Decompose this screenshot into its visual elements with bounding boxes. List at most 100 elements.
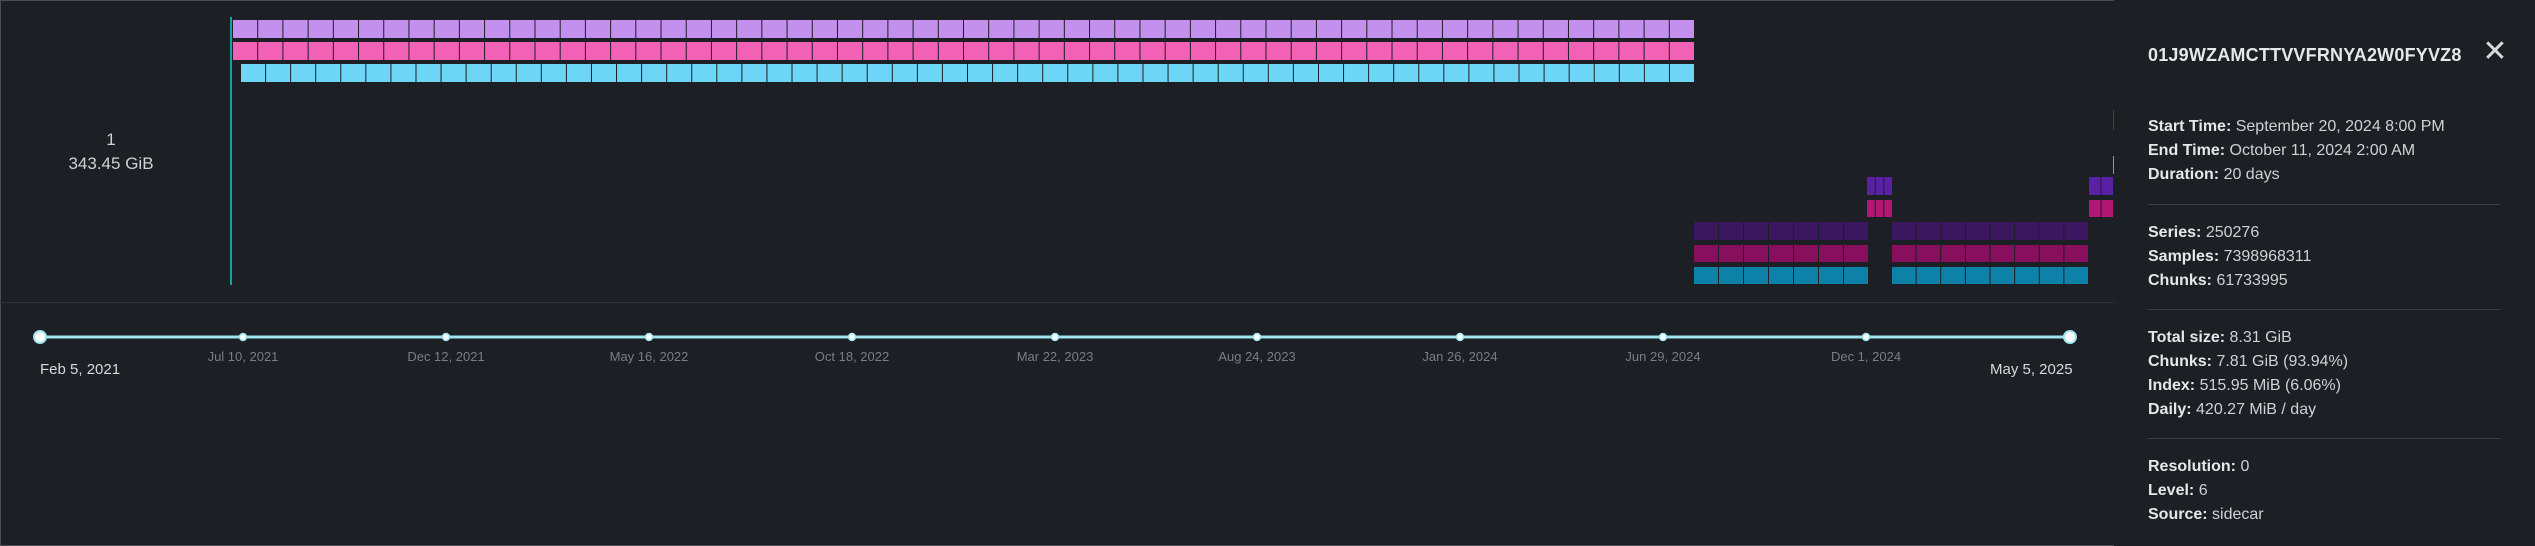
block-recent[interactable]: [2064, 222, 2088, 240]
block-head[interactable]: [2101, 200, 2114, 217]
block-recent[interactable]: [1794, 245, 1818, 262]
block-level-large[interactable]: [1318, 64, 1344, 82]
block-recent[interactable]: [2039, 267, 2064, 284]
block-level-large[interactable]: [1090, 20, 1115, 38]
block-level-large[interactable]: [1669, 20, 1694, 38]
block-level-large[interactable]: [359, 42, 384, 60]
block-level-large[interactable]: [333, 42, 359, 60]
block-level-large[interactable]: [233, 20, 258, 38]
block-level-large[interactable]: [1291, 20, 1316, 38]
block-level-large[interactable]: [792, 64, 817, 82]
block-level-large[interactable]: [812, 20, 837, 38]
block-head[interactable]: [1867, 177, 1875, 195]
block-recent[interactable]: [1990, 267, 2015, 284]
block-level-large[interactable]: [1143, 64, 1168, 82]
block-recent[interactable]: [1744, 267, 1768, 284]
block-level-large[interactable]: [258, 20, 283, 38]
block-level-large[interactable]: [560, 20, 585, 38]
block-level-large[interactable]: [1619, 64, 1644, 82]
block-level-large[interactable]: [434, 42, 459, 60]
block-level-large[interactable]: [989, 42, 1014, 60]
block-level-large[interactable]: [1594, 20, 1619, 38]
slider-start-handle[interactable]: [33, 330, 47, 344]
block-level-large[interactable]: [1014, 20, 1039, 38]
block-level-large[interactable]: [258, 42, 283, 60]
block-level-large[interactable]: [964, 42, 989, 60]
block-level-large[interactable]: [1394, 64, 1419, 82]
block-level-large[interactable]: [516, 64, 541, 82]
block-level-large[interactable]: [459, 20, 485, 38]
block-recent[interactable]: [1990, 245, 2015, 262]
block-recent[interactable]: [1794, 222, 1818, 240]
block-level-large[interactable]: [535, 42, 560, 60]
block-level-large[interactable]: [737, 20, 762, 38]
block-head[interactable]: [1884, 200, 1892, 217]
block-level-large[interactable]: [1218, 64, 1243, 82]
block-level-large[interactable]: [913, 20, 938, 38]
block-level-large[interactable]: [1241, 42, 1266, 60]
block-recent[interactable]: [1769, 267, 1793, 284]
block-level-large[interactable]: [1039, 20, 1064, 38]
block-recent[interactable]: [1694, 222, 1718, 240]
block-level-large[interactable]: [1442, 20, 1468, 38]
block-level-large[interactable]: [1569, 64, 1594, 82]
block-level-large[interactable]: [762, 20, 787, 38]
block-level-large[interactable]: [359, 20, 384, 38]
block-level-large[interactable]: [585, 20, 611, 38]
block-level-large[interactable]: [1442, 42, 1468, 60]
block-level-large[interactable]: [1543, 20, 1568, 38]
block-level-large[interactable]: [1619, 20, 1644, 38]
block-recent[interactable]: [1744, 222, 1768, 240]
block-level-large[interactable]: [913, 42, 938, 60]
block-level-large[interactable]: [661, 42, 686, 60]
block-level-large[interactable]: [233, 42, 258, 60]
time-range-slider[interactable]: Feb 5, 2021 May 5, 2025 Jul 10, 2021 Dec …: [0, 310, 2114, 390]
block-level-large[interactable]: [510, 42, 535, 60]
block-level-large[interactable]: [787, 20, 812, 38]
block-level-large[interactable]: [767, 64, 792, 82]
block-level-large[interactable]: [1367, 42, 1392, 60]
block-level-large[interactable]: [938, 42, 963, 60]
block-level-large[interactable]: [1417, 42, 1442, 60]
block-recent[interactable]: [1892, 245, 1916, 262]
block-level-large[interactable]: [863, 42, 888, 60]
block-level-large[interactable]: [1193, 64, 1218, 82]
block-recent[interactable]: [2039, 222, 2064, 240]
block-recent[interactable]: [1916, 245, 1941, 262]
block-level-large[interactable]: [1568, 20, 1594, 38]
block-level-large[interactable]: [1519, 64, 1544, 82]
block-level-large[interactable]: [1115, 42, 1140, 60]
block-recent[interactable]: [1794, 267, 1818, 284]
block-level-large[interactable]: [1342, 42, 1367, 60]
block-level-large[interactable]: [1518, 20, 1543, 38]
block-level-large[interactable]: [837, 20, 863, 38]
block-level-large[interactable]: [1140, 42, 1165, 60]
block-level-large[interactable]: [1417, 20, 1442, 38]
block-level-large[interactable]: [585, 42, 611, 60]
block-level-large[interactable]: [308, 20, 333, 38]
block-recent[interactable]: [1819, 222, 1843, 240]
block-head[interactable]: [1875, 200, 1884, 217]
block-recent[interactable]: [1694, 245, 1718, 262]
block-level-large[interactable]: [1594, 64, 1619, 82]
block-head[interactable]: [1867, 200, 1875, 217]
block-recent[interactable]: [1694, 267, 1718, 284]
block-level-large[interactable]: [384, 42, 409, 60]
block-level-large[interactable]: [366, 64, 391, 82]
block-level-large[interactable]: [642, 64, 667, 82]
block-recent[interactable]: [2064, 267, 2088, 284]
block-level-large[interactable]: [1168, 64, 1193, 82]
block-level-large[interactable]: [837, 42, 863, 60]
block-level-large[interactable]: [611, 42, 636, 60]
block-level-large[interactable]: [964, 20, 989, 38]
block-level-large[interactable]: [1419, 64, 1444, 82]
block-level-large[interactable]: [485, 42, 510, 60]
block-recent[interactable]: [1844, 222, 1868, 240]
block-recent[interactable]: [1819, 267, 1843, 284]
block-recent[interactable]: [1719, 267, 1743, 284]
block-level-large[interactable]: [1064, 20, 1090, 38]
block-level-large[interactable]: [1268, 64, 1293, 82]
block-level-large[interactable]: [817, 64, 842, 82]
block-recent[interactable]: [1769, 245, 1793, 262]
block-level-large[interactable]: [384, 20, 409, 38]
